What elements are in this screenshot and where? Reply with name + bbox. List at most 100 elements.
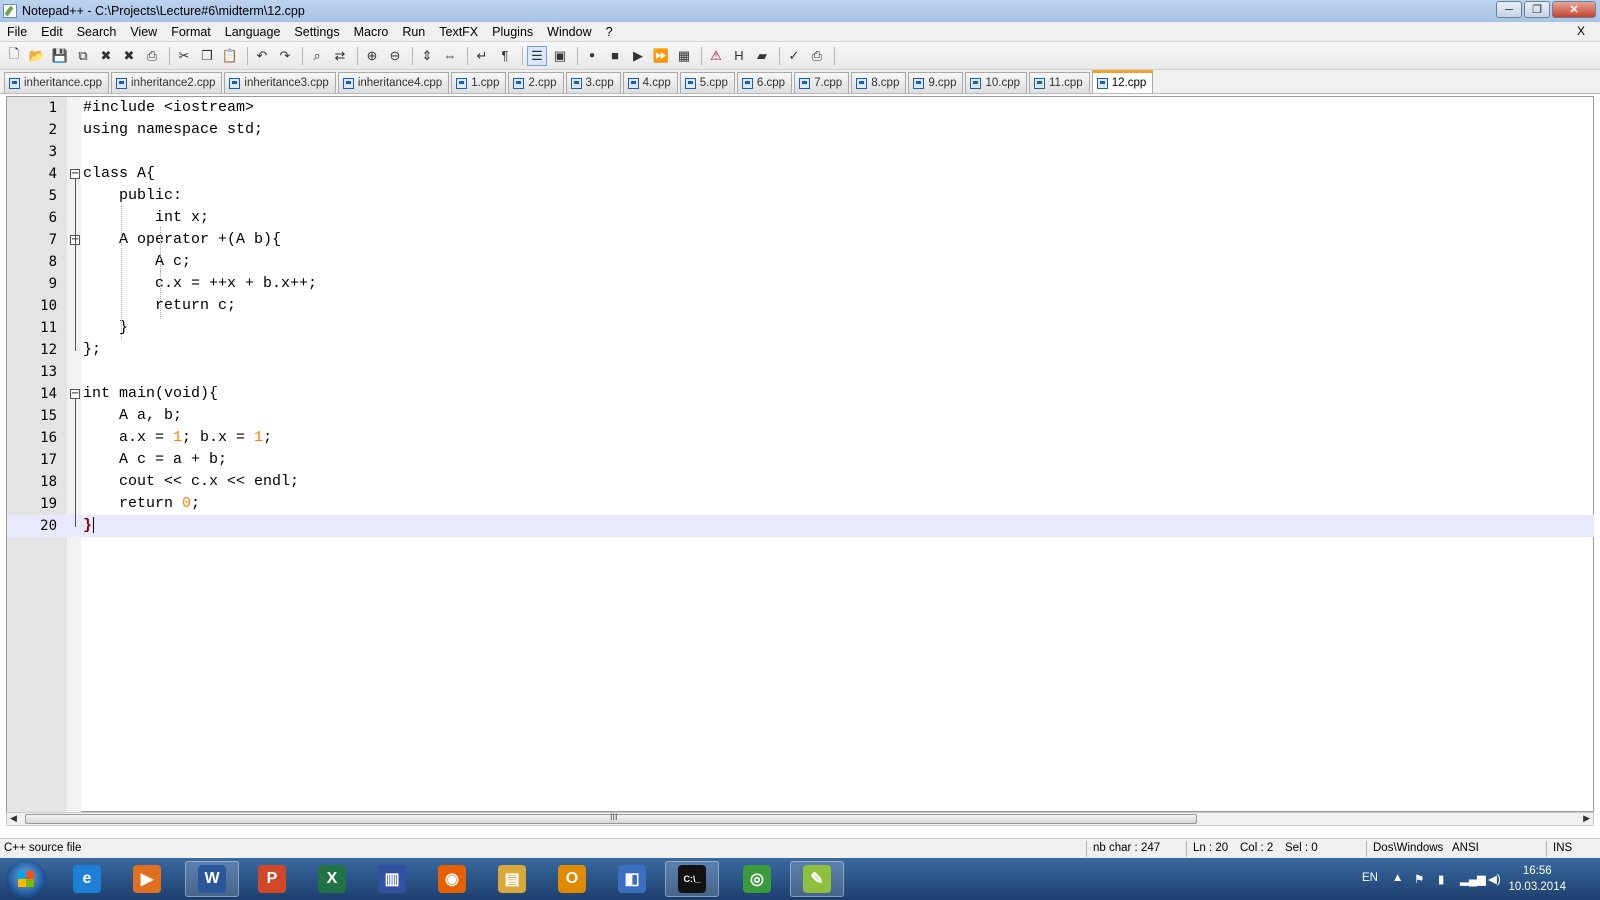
tab-inheritance4-cpp[interactable]: inheritance4.cpp [337,72,450,93]
code-line[interactable]: 8 A c; [7,251,1594,273]
menu-item-textfx[interactable]: TextFX [432,25,485,39]
scroll-thumb[interactable]: III [25,812,1197,824]
action-center-icon[interactable]: ⚑ [1414,872,1424,886]
menu-item-file[interactable]: File [0,25,34,39]
tab-10-cpp[interactable]: 10.cpp [965,72,1028,93]
tab-7-cpp[interactable]: 7.cpp [794,72,850,93]
close-document-button[interactable]: X [1570,24,1592,38]
code-line[interactable]: 12}; [7,339,1594,361]
tab-11-cpp[interactable]: 11.cpp [1029,72,1090,93]
redo-icon[interactable]: ↷ [275,46,295,66]
tab-inheritance3-cpp[interactable]: inheritance3.cpp [224,72,336,93]
code-line[interactable]: 6 int x; [7,207,1594,229]
code-line[interactable]: 16 a.x = 1; b.x = 1; [7,427,1594,449]
menu-item-plugins[interactable]: Plugins [485,25,540,39]
show-all-chars-icon[interactable]: ¶ [495,46,515,66]
indent-guide-icon[interactable]: ☰ [527,45,547,66]
volume-icon[interactable]: ◀) [1488,872,1501,886]
play-macro-icon[interactable]: ▶ [628,46,648,66]
close-icon[interactable]: ✖ [96,46,116,66]
start-button[interactable] [6,860,46,898]
tab-1-cpp[interactable]: 1.cpp [451,72,507,93]
save-macro-icon[interactable]: ▦ [674,46,694,66]
code-line[interactable]: 18 cout << c.x << endl; [7,471,1594,493]
zoom-in-icon[interactable]: ⊕ [362,46,382,66]
cut-icon[interactable]: ✂ [174,46,194,66]
code-line[interactable]: 3 [7,141,1594,163]
scroll-left-arrow-icon[interactable]: ◀ [10,813,17,824]
show-hidden-icons-icon[interactable]: ▲ [1392,872,1403,884]
taskbar-excel-icon[interactable]: X [305,861,359,897]
paste-icon[interactable]: 📋 [220,46,240,66]
code-line[interactable]: 7 A operator +(A b){ [7,229,1594,251]
save-all-icon[interactable]: ⧉ [73,46,93,66]
code-line[interactable]: 11 } [7,317,1594,339]
folder-icon[interactable]: ▰ [752,46,772,66]
code-line[interactable]: 9 c.x = ++x + b.x++; [7,273,1594,295]
open-file-icon[interactable]: 📂 [27,46,47,66]
code-line[interactable]: 1 #include <iostream> [7,97,1594,119]
horizontal-scrollbar[interactable]: ◀ III ▶ [6,812,1594,826]
stop-macro-icon[interactable]: ■ [605,46,625,66]
print-icon[interactable]: ⎙ [142,46,162,66]
tab-inheritance2-cpp[interactable]: inheritance2.cpp [111,72,223,93]
menu-item-help[interactable]: ? [599,25,620,39]
taskbar-outlook-icon[interactable]: O [545,861,599,897]
code-line[interactable]: 20} [7,515,1594,537]
tab-9-cpp[interactable]: 9.cpp [908,72,964,93]
code-line[interactable]: 14 int main(void){ [7,383,1594,405]
maximize-button[interactable]: ❐ [1524,1,1550,18]
clock[interactable]: 16:56 10.03.2014 [1508,863,1566,895]
notepadpp-app-icon[interactable] [3,4,17,18]
scroll-right-arrow-icon[interactable]: ▶ [1583,813,1590,824]
tab-8-cpp[interactable]: 8.cpp [851,72,907,93]
pdf-icon[interactable]: ⚠ [706,46,726,66]
menu-item-settings[interactable]: Settings [287,25,346,39]
taskbar-remote-icon[interactable]: ◧ [605,861,659,897]
tab-5-cpp[interactable]: 5.cpp [679,72,735,93]
taskbar-explorer-icon[interactable]: ▤ [485,861,539,897]
menu-item-view[interactable]: View [123,25,164,39]
menu-item-search[interactable]: Search [70,25,124,39]
menu-item-edit[interactable]: Edit [34,25,70,39]
code-line[interactable]: 13 [7,361,1594,383]
taskbar-cmd-icon[interactable]: C:\_ [665,861,719,897]
user-lang-icon[interactable]: ▣ [550,46,570,66]
taskbar-media-player-icon[interactable]: ▶ [120,861,174,897]
run-macro-multiple-icon[interactable]: ⏩ [651,46,671,66]
code-line[interactable]: 15 A a, b; [7,405,1594,427]
code-line[interactable]: 5 public: [7,185,1594,207]
menu-item-macro[interactable]: Macro [347,25,396,39]
code-line[interactable]: 19 return 0; [7,493,1594,515]
word-wrap-icon[interactable]: ↵ [472,46,492,66]
taskbar-firefox-icon[interactable]: ◉ [425,861,479,897]
taskbar-notepadpp-icon[interactable]: ✎ [790,861,844,897]
taskbar-powerpoint-icon[interactable]: P [245,861,299,897]
close-button[interactable]: ✕ [1552,1,1596,18]
sync-h-icon[interactable]: ⇔ [440,46,460,66]
code-line[interactable]: 2 using namespace std; [7,119,1594,141]
input-language[interactable]: EN [1362,872,1378,884]
fold-toggle-icon[interactable]: − [70,389,80,399]
tab-6-cpp[interactable]: 6.cpp [736,72,793,93]
menu-item-format[interactable]: Format [164,25,218,39]
menu-item-window[interactable]: Window [540,25,598,39]
close-all-icon[interactable]: ✖ [119,46,139,66]
menu-item-run[interactable]: Run [395,25,432,39]
tab-12-cpp[interactable]: 12.cpp [1091,70,1154,93]
zoom-out-icon[interactable]: ⊖ [385,46,405,66]
sync-v-icon[interactable]: ⇕ [417,46,437,66]
find-icon[interactable]: ⌕ [307,46,327,66]
network-icon[interactable]: ▂▄▆ [1460,872,1486,886]
menu-item-language[interactable]: Language [218,25,288,39]
spellcheck-icon[interactable]: ✓ [784,46,804,66]
code-line[interactable]: 4 class A{ [7,163,1594,185]
tab-3-cpp[interactable]: 3.cpp [565,72,621,93]
replace-icon[interactable]: ⇄ [330,46,350,66]
undo-icon[interactable]: ↶ [252,46,272,66]
save-icon[interactable]: 💾 [50,46,70,66]
html-icon[interactable]: H [729,46,749,66]
tab-2-cpp[interactable]: 2.cpp [508,72,564,93]
code-editor[interactable]: 1 #include <iostream> 2 using namespace std… [6,96,1594,812]
battery-icon[interactable]: ▮ [1438,872,1444,886]
